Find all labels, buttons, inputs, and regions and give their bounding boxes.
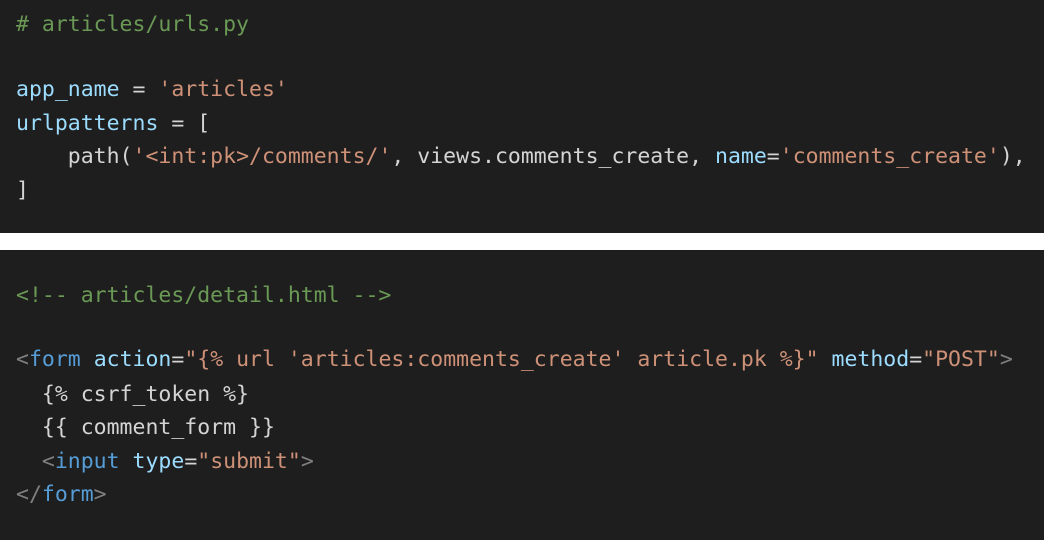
- code-line-form-close: </form>: [16, 480, 107, 510]
- code-attribute: method: [831, 347, 910, 372]
- code-tag-bracket: >: [300, 449, 314, 474]
- code-string: 'articles': [158, 77, 288, 102]
- code-tag-bracket: <: [16, 347, 29, 372]
- code-block-detail-html: <!-- articles/detail.html --> <form acti…: [0, 250, 1044, 540]
- code-keyword-arg: name: [715, 144, 767, 169]
- code-template-tag: {% csrf_token %}: [41, 382, 249, 407]
- code-template-var: {{ comment_form }}: [41, 415, 275, 440]
- code-line-comment-form: {{ comment_form }}: [16, 413, 275, 443]
- code-line-comment: <!-- articles/detail.html -->: [16, 281, 391, 311]
- code-tag-bracket: <: [41, 449, 55, 474]
- code-attr-value: "POST": [922, 347, 1000, 372]
- code-line-input: <input type="submit">: [16, 447, 314, 477]
- code-line-close-bracket: ]: [16, 176, 29, 206]
- code-operator: =: [119, 77, 159, 102]
- code-line-form-open: <form action="{% url 'articles:comments_…: [16, 345, 1013, 375]
- code-bracket: ]: [16, 178, 29, 203]
- code-function: path(: [67, 144, 133, 169]
- code-tag-name: input: [54, 449, 120, 474]
- code-tag-name: form: [41, 482, 94, 507]
- code-operator: = [: [158, 111, 211, 136]
- code-equals: =: [909, 347, 923, 372]
- code-string: '<int:pk>/comments/': [132, 144, 392, 169]
- code-tag-bracket: </: [16, 482, 42, 507]
- code-attr-value: "{% url 'articles:comments_create' artic…: [184, 347, 819, 372]
- code-args: , views.comments_create,: [391, 144, 716, 169]
- code-close: ),: [999, 144, 1026, 169]
- code-block-urls-py: # articles/urls.py app_name = 'articles'…: [0, 0, 1044, 233]
- code-attr-value: "submit": [197, 449, 301, 474]
- code-equals: =: [766, 144, 780, 169]
- code-tag-bracket: >: [999, 347, 1013, 372]
- code-line-path: path('<int:pk>/comments/', views.comment…: [16, 142, 1026, 172]
- code-equals: =: [171, 347, 185, 372]
- code-attribute: type: [132, 449, 185, 474]
- code-line-csrf: {% csrf_token %}: [16, 380, 249, 410]
- code-string: 'comments_create': [779, 144, 1000, 169]
- code-comment: # articles/urls.py: [16, 12, 249, 37]
- code-attribute: action: [93, 347, 172, 372]
- code-variable: urlpatterns: [16, 111, 159, 136]
- code-tag-bracket: >: [93, 482, 107, 507]
- code-line-app-name: app_name = 'articles': [16, 75, 288, 105]
- code-line-comment: # articles/urls.py: [16, 10, 249, 40]
- code-variable: app_name: [16, 77, 120, 102]
- code-tag-name: form: [28, 347, 81, 372]
- code-line-urlpatterns: urlpatterns = [: [16, 109, 210, 139]
- code-comment: <!-- articles/detail.html -->: [16, 283, 392, 308]
- screenshot-page: # articles/urls.py app_name = 'articles'…: [0, 0, 1044, 542]
- code-equals: =: [184, 449, 198, 474]
